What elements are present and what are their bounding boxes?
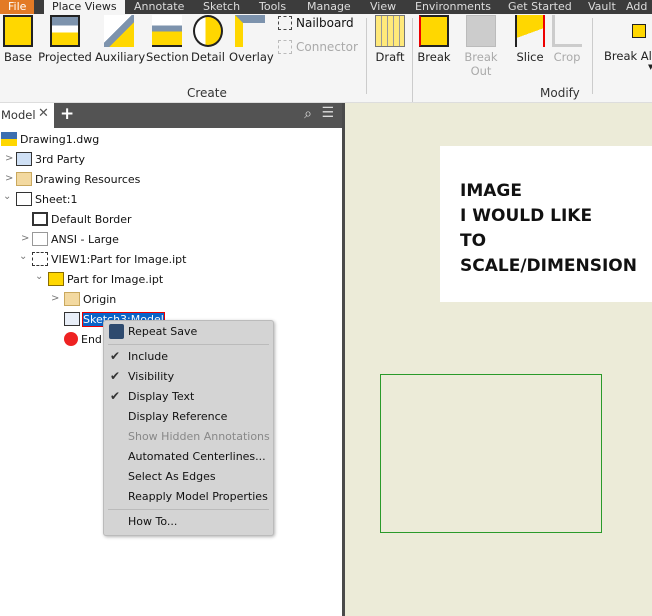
close-tab-icon[interactable]: ✕ [38, 106, 49, 121]
add-tab-icon[interactable]: + [60, 104, 74, 124]
projected-view-icon [50, 15, 80, 47]
menu-how-to[interactable]: How To... [128, 515, 177, 528]
crop-button[interactable]: Crop [552, 15, 582, 64]
check-icon: ✔ [110, 389, 121, 403]
collapse-icon[interactable]: ⌄ [3, 191, 11, 202]
auxiliary-button[interactable]: Auxiliary [95, 15, 145, 64]
break-icon [419, 15, 449, 47]
menu-include[interactable]: Include [128, 350, 168, 363]
sheet-text-line: TO [460, 231, 487, 251]
ribbon: Base Projected Auxiliary Section Detail … [0, 14, 652, 103]
sheet-text-line: I WOULD LIKE [460, 206, 593, 226]
folder-icon [64, 292, 80, 306]
tree-item-part[interactable]: Part for Image.ipt [48, 269, 163, 289]
tab-view[interactable]: View [370, 0, 396, 13]
base-button[interactable]: Base [3, 15, 33, 64]
tab-model[interactable]: Model [1, 108, 36, 122]
tree-item-ansi-large[interactable]: ANSI - Large [32, 229, 119, 249]
tab-annotate[interactable]: Annotate [134, 0, 184, 13]
context-menu: Repeat Save ✔ Include ✔ Visibility ✔ Dis… [103, 320, 274, 536]
menu-visibility[interactable]: Visibility [128, 370, 174, 383]
break-out-button[interactable]: Break Out [454, 15, 508, 78]
tree-item-sheet[interactable]: Sheet:1 [16, 189, 78, 209]
tab-file[interactable]: File [0, 0, 35, 14]
slice-button[interactable]: Slice [514, 15, 546, 64]
menu-display-text[interactable]: Display Text [128, 390, 194, 403]
border-icon [32, 212, 48, 226]
slice-icon [515, 15, 545, 47]
modify-panel-label: Modify [540, 86, 580, 100]
detail-button[interactable]: Detail [191, 15, 225, 64]
menu-repeat-save[interactable]: Repeat Save [128, 325, 197, 338]
tab-get-started[interactable]: Get Started [508, 0, 572, 13]
crop-icon [552, 15, 582, 47]
tab-vault[interactable]: Vault [588, 0, 616, 13]
part-icon [48, 272, 64, 286]
nailboard-icon [278, 16, 292, 30]
drawing-canvas[interactable]: IMAGE I WOULD LIKE TO SCALE/DIMENSION [345, 103, 652, 616]
tree-item-view1[interactable]: VIEW1:Part for Image.ipt [32, 249, 186, 269]
break-out-icon [466, 15, 496, 47]
nailboard-button[interactable]: Nailboard [278, 16, 354, 30]
collapse-icon[interactable]: ⌄ [35, 271, 43, 282]
draft-icon [375, 15, 405, 47]
drawing-icon [1, 132, 17, 146]
menu-show-hidden-annotations[interactable]: Show Hidden Annotations [128, 430, 270, 443]
check-icon: ✔ [110, 369, 121, 383]
overlay-button[interactable]: Overlay [229, 15, 274, 64]
break-alignment-icon [632, 24, 646, 38]
draft-button[interactable]: Draft [373, 15, 407, 64]
projected-button[interactable]: Projected [38, 15, 92, 64]
sheet-text-line: IMAGE [460, 181, 522, 201]
ribbon-tabs: File Place Views Annotate Sketch Tools M… [0, 0, 652, 14]
connector-icon [278, 40, 292, 54]
tab-manage[interactable]: Manage [307, 0, 351, 13]
tree-item-default-border[interactable]: Default Border [32, 209, 132, 229]
browser-header: Model ✕ + ⌕ ☰ [0, 103, 342, 128]
collapse-icon[interactable]: ⌄ [19, 251, 27, 262]
tab-environments[interactable]: Environments [415, 0, 491, 13]
tab-add-ins[interactable]: Add [626, 0, 647, 13]
expand-icon[interactable]: > [21, 233, 29, 244]
tab-place-views[interactable]: Place Views [44, 0, 125, 14]
menu-reapply-model-properties[interactable]: Reapply Model Properties [128, 490, 268, 503]
save-icon [109, 324, 124, 339]
tree-item-3rd-party[interactable]: 3rd Party [16, 149, 85, 169]
detail-view-icon [193, 15, 223, 47]
sheet-text-line: SCALE/DIMENSION [460, 256, 637, 276]
3rd-party-icon [16, 152, 32, 166]
expand-icon[interactable]: > [51, 293, 59, 304]
tree-item-drawing[interactable]: Drawing1.dwg [1, 129, 99, 149]
menu-icon[interactable]: ☰ [321, 105, 334, 121]
connector-button[interactable]: Connector [278, 40, 358, 54]
tab-tools[interactable]: Tools [259, 0, 286, 13]
tree-item-drawing-resources[interactable]: Drawing Resources [16, 169, 140, 189]
search-icon[interactable]: ⌕ [304, 106, 312, 122]
end-of-part-icon [64, 332, 78, 346]
sketch-icon [64, 312, 80, 326]
tree-item-origin[interactable]: Origin [64, 289, 116, 309]
view-icon [32, 252, 48, 266]
sketch-rectangle[interactable] [380, 374, 602, 533]
expand-icon[interactable]: > [5, 173, 13, 184]
sheet-icon [16, 192, 32, 206]
dropdown-arrow-icon: ▼ [648, 63, 652, 71]
break-alignment-button[interactable]: Break Ali ▼ [604, 15, 652, 71]
create-panel-label: Create [187, 86, 227, 100]
check-icon: ✔ [110, 349, 121, 363]
section-button[interactable]: Section [146, 15, 189, 64]
folder-icon [16, 172, 32, 186]
menu-display-reference[interactable]: Display Reference [128, 410, 227, 423]
tab-sketch[interactable]: Sketch [203, 0, 240, 13]
menu-automated-centerlines[interactable]: Automated Centerlines... [128, 450, 266, 463]
expand-icon[interactable]: > [5, 153, 13, 164]
break-button[interactable]: Break [417, 15, 451, 64]
base-view-icon [3, 15, 33, 47]
auxiliary-view-icon [104, 15, 134, 47]
title-block-icon [32, 232, 48, 246]
menu-select-as-edges[interactable]: Select As Edges [128, 470, 216, 483]
overlay-view-icon [235, 15, 265, 47]
image-placeholder: IMAGE I WOULD LIKE TO SCALE/DIMENSION [440, 146, 652, 302]
section-view-icon [152, 15, 182, 47]
